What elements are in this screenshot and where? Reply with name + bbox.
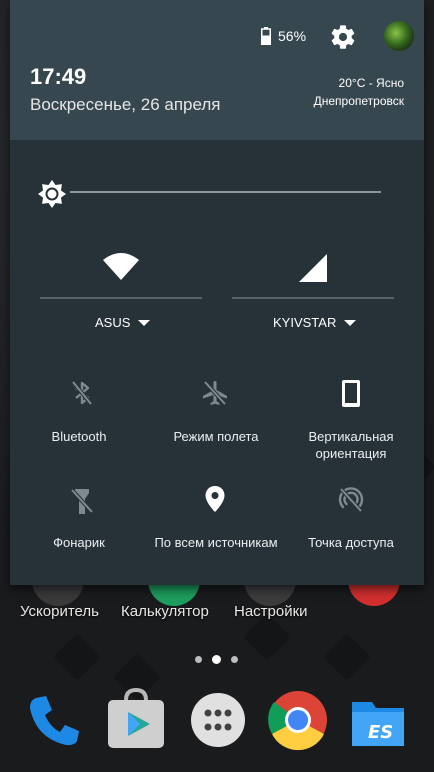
location-pin-icon <box>205 486 225 512</box>
play-store-icon[interactable] <box>104 688 168 752</box>
bluetooth-off-icon <box>71 380 93 406</box>
clock-date[interactable]: Воскресенье, 26 апреля <box>30 95 221 115</box>
shade-header: 56% 17:49 Воскресенье, 26 апреля 20°C - … <box>10 0 424 140</box>
wifi-icon[interactable] <box>102 252 140 282</box>
tile-label: Фонарик <box>53 535 105 550</box>
tile-label: Вертикальная ориентация <box>308 429 394 461</box>
page-dot <box>195 656 202 663</box>
cellular-divider <box>232 297 394 299</box>
chrome-icon[interactable] <box>266 688 330 752</box>
brightness-slider[interactable] <box>36 176 386 212</box>
clock-time[interactable]: 17:49 <box>30 64 86 90</box>
flashlight-off-icon <box>70 488 94 514</box>
gear-icon[interactable] <box>329 23 357 51</box>
page-dot-active <box>212 655 221 664</box>
battery-percent: 56% <box>278 28 307 44</box>
phone-icon[interactable] <box>22 688 86 752</box>
wifi-network-label: ASUS <box>95 315 131 330</box>
cellular-signal-icon[interactable] <box>298 253 328 283</box>
weather-city[interactable]: Днепропетровск <box>314 94 404 108</box>
tile-label: Режим полета <box>173 429 259 444</box>
home-app-labels: Ускоритель Калькулятор Настройки <box>0 603 434 633</box>
cellular-network-label: KYIVSTAR <box>273 315 337 330</box>
tile-label: Bluetooth <box>51 429 107 444</box>
es-file-explorer-icon[interactable]: ES <box>346 688 410 752</box>
page-dot <box>231 656 238 663</box>
user-avatar[interactable] <box>384 21 414 51</box>
chevron-down-icon <box>344 319 357 326</box>
brightness-icon[interactable] <box>36 178 68 210</box>
hotspot-off-icon <box>338 487 364 513</box>
app-drawer-icon[interactable] <box>186 688 250 752</box>
dock: ES <box>0 688 434 772</box>
chevron-down-icon <box>138 319 151 326</box>
app-label-settings[interactable]: Настройки <box>234 603 308 620</box>
tile-label: По всем источникам <box>154 535 278 550</box>
app-label-calculator[interactable]: Калькулятор <box>121 603 209 620</box>
svg-text:ES: ES <box>368 722 393 743</box>
weather-summary[interactable]: 20°C - Ясно <box>339 76 404 90</box>
airplane-icon <box>203 380 227 406</box>
status-row: 56% <box>224 20 424 54</box>
battery-icon <box>261 27 271 45</box>
wifi-divider <box>40 297 202 299</box>
wifi-network-selector[interactable]: ASUS <box>95 315 151 330</box>
cellular-network-selector[interactable]: KYIVSTAR <box>273 315 357 330</box>
page-indicator <box>0 655 434 666</box>
app-label-booster[interactable]: Ускоритель <box>20 603 99 620</box>
brightness-slider-track[interactable] <box>70 191 381 193</box>
quick-settings-panel: 56% 17:49 Воскресенье, 26 апреля 20°C - … <box>10 0 424 585</box>
portrait-orientation-icon <box>342 380 360 407</box>
tile-label: Точка доступа <box>308 535 394 550</box>
